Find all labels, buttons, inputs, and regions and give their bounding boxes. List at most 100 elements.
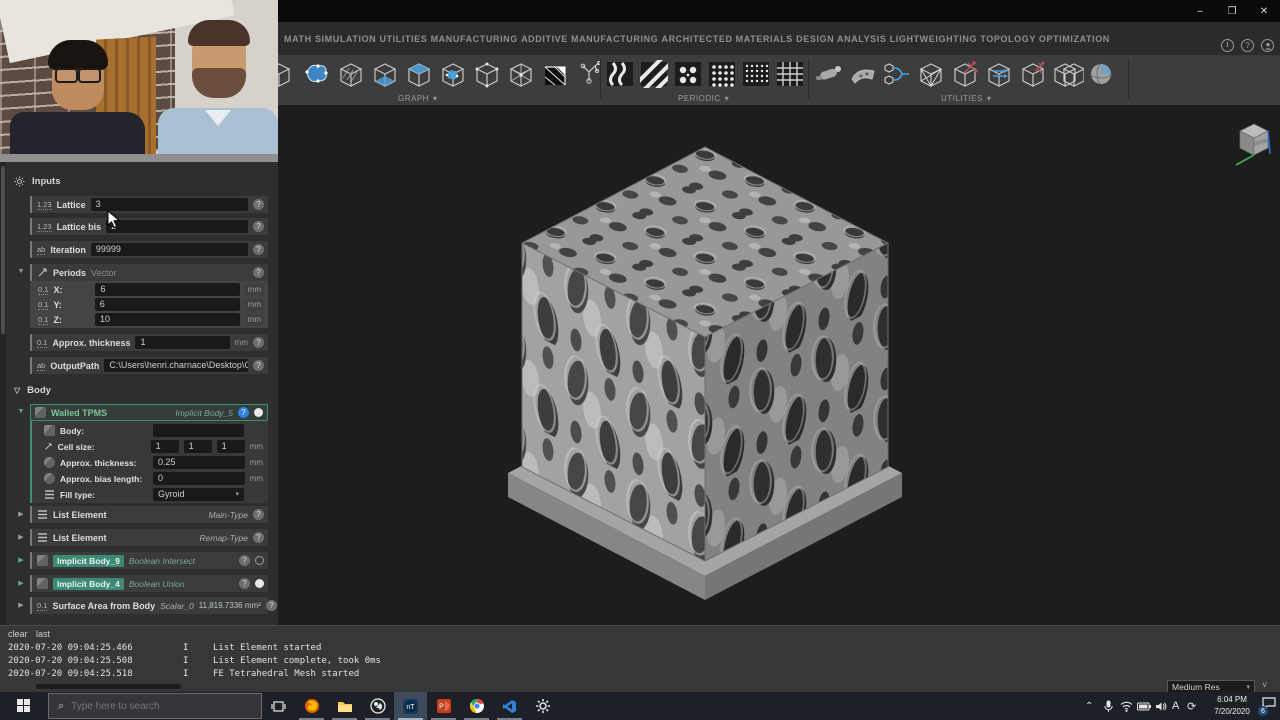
obs-icon[interactable] [361,692,394,720]
panel-scrollbar[interactable] [0,162,6,625]
notification-center-icon[interactable]: 6 [1262,697,1276,710]
help-icon[interactable]: ? [253,199,264,210]
periodic-gyroid-icon[interactable] [603,57,637,91]
wifi-icon[interactable] [1120,692,1133,720]
periodic-schwarz-icon[interactable] [671,57,705,91]
walled-tpms-header[interactable]: Walled TPMS Implicit Body_5 ? [30,404,268,421]
lattice-bis-input[interactable]: 2 [106,220,248,233]
cell-size-y-input[interactable]: 1 [184,440,212,453]
tab-utilities[interactable]: UTILITIES [379,34,427,44]
list-collapse-icon[interactable]: ▶ [15,510,27,518]
account-circle-icon[interactable] [1261,39,1274,52]
implicit-body-collapse-icon[interactable]: ▶ [15,556,27,564]
utilities-lattice-cube-icon[interactable] [914,57,948,91]
body-section-header[interactable]: ▽ Body [14,383,270,398]
vscode-icon[interactable] [493,692,526,720]
body-input[interactable] [153,424,244,437]
iteration-input[interactable]: 99999 [91,243,248,256]
task-view-icon[interactable] [262,692,295,720]
tpms-approx-bias-input[interactable]: 0 [153,472,245,485]
help-icon[interactable]: ? [239,578,250,589]
graph-cube-blue-bottom-icon[interactable] [368,57,402,91]
tpms-collapse-icon[interactable]: ▼ [15,408,27,415]
battery-icon[interactable] [1137,692,1151,720]
taskbar-search[interactable]: ⌕ [48,693,262,719]
webcam-video[interactable] [0,0,278,162]
tab-math[interactable]: MATH [284,34,312,44]
z-input[interactable]: 10 [95,313,240,326]
help-circle-icon[interactable]: ? [1241,39,1254,52]
utilities-trim-cube-icon[interactable] [948,57,982,91]
periodic-group-label[interactable]: PERIODIC▾ [678,93,729,104]
help-icon[interactable]: ? [238,407,249,418]
visibility-toggle[interactable] [255,556,264,565]
taskbar-clock[interactable]: 6:04 PM 7/20/2020 [1204,694,1260,718]
list-element-row[interactable]: List Element Remap-Type ? [30,529,268,546]
utilities-hex-branch-icon[interactable] [880,57,914,91]
help-icon[interactable]: ? [253,337,264,348]
firefox-icon[interactable] [295,692,328,720]
y-input[interactable]: 6 [95,298,240,311]
start-button[interactable] [0,692,48,720]
speaker-icon[interactable] [1155,692,1167,720]
list-collapse-icon[interactable]: ▶ [15,533,27,541]
visibility-toggle[interactable] [254,408,263,417]
cell-size-z-input[interactable]: 1 [217,440,245,453]
graph-cube-blue-top-icon[interactable] [402,57,436,91]
utilities-group-label[interactable]: UTILITIES▾ [941,93,991,104]
orientation-cube-icon[interactable] [1232,118,1276,168]
tab-lightweighting[interactable]: LIGHTWEIGHTING [890,34,977,44]
utilities-remove-cube-icon[interactable] [1016,57,1050,91]
list-element-row[interactable]: List Element Main-Type ? [30,506,268,523]
language-indicator[interactable]: A [1172,692,1179,720]
approx-thickness-input[interactable]: 1 [135,336,229,349]
implicit-body-collapse-icon[interactable]: ▶ [15,579,27,587]
graph-group-label[interactable]: GRAPH▾ [398,93,437,104]
graph-blob-in-cube-icon[interactable] [436,57,470,91]
graph-implicit-field-icon[interactable] [300,57,334,91]
last-log-button[interactable]: last [36,629,50,639]
periodic-mesh-grid-icon[interactable] [773,57,807,91]
surface-area-collapse-icon[interactable]: ▶ [15,601,27,609]
utilities-shell-icon[interactable] [846,57,880,91]
utilities-sphere-icon[interactable] [1084,57,1118,91]
inputs-section-header[interactable]: Inputs [14,174,270,189]
tab-manufacturing[interactable]: MANUFACTURING [431,34,518,44]
download-circle-icon[interactable]: ⭳ [1221,39,1234,52]
periodic-dot-grid-icon[interactable] [705,57,739,91]
ntop-icon[interactable]: nT [394,692,427,720]
graph-voxel-cube-icon[interactable] [538,57,572,91]
graph-node-cube-icon[interactable] [470,57,504,91]
help-icon[interactable]: ? [253,267,264,278]
tray-chevron-up-icon[interactable]: ⌃ [1085,692,1093,720]
help-icon[interactable]: ? [253,509,264,520]
implicit-body-4-row[interactable]: Implicit Body_4 Boolean Union ? [30,575,268,592]
fill-type-dropdown[interactable]: Gyroid ▾ [153,488,244,501]
microphone-icon[interactable] [1104,692,1113,720]
help-icon[interactable]: ? [253,244,264,255]
tab-additive-manufacturing[interactable]: ADDITIVE MANUFACTURING [521,34,658,44]
chrome-icon[interactable] [460,692,493,720]
tpms-approx-thickness-input[interactable]: 0.25 [153,456,245,469]
sync-tray-icon[interactable]: ⟳ [1187,692,1196,720]
search-input[interactable] [71,701,231,712]
settings-gear-icon[interactable] [526,692,559,720]
graph-inner-graph-cube-icon[interactable] [504,57,538,91]
tab-architected-materials[interactable]: ARCHITECTED MATERIALS [661,34,792,44]
file-explorer-icon[interactable] [328,692,361,720]
console-hscrollbar[interactable] [36,684,181,689]
minimize-icon[interactable]: – [1184,0,1216,22]
help-icon[interactable]: ? [253,360,264,371]
help-icon[interactable]: ? [253,221,264,232]
cell-size-x-input[interactable]: 1 [151,440,179,453]
close-icon[interactable]: ✕ [1248,0,1280,22]
utilities-double-cube-icon[interactable] [1050,57,1084,91]
utilities-shift-cube-icon[interactable] [982,57,1016,91]
x-input[interactable]: 6 [95,283,239,296]
tab-simulation[interactable]: SIMULATION [315,34,376,44]
panel-collapse-chevron-icon[interactable]: ˅ [1262,680,1267,690]
clear-log-button[interactable]: clear [8,629,28,639]
3d-viewport[interactable] [278,105,1280,625]
visibility-toggle[interactable] [255,579,264,588]
tab-topology-optimization[interactable]: TOPOLOGY OPTIMIZATION [980,34,1110,44]
